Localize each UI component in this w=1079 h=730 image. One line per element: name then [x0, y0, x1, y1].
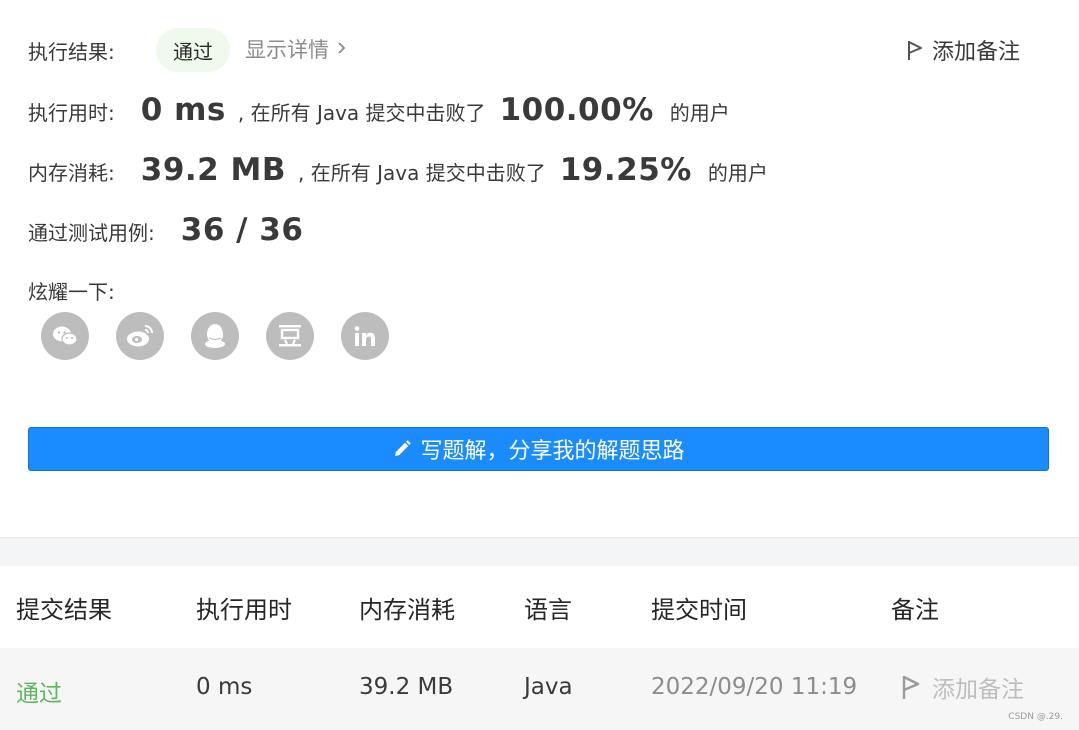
flag-icon	[908, 41, 922, 60]
wechat-icon	[53, 326, 78, 346]
qq-icon	[205, 324, 225, 348]
status-badge: 通过	[156, 28, 230, 72]
runtime-value: 0 ms	[140, 92, 226, 128]
memory-percent: 19.25%	[559, 152, 692, 188]
share-qq-button[interactable]	[191, 312, 239, 360]
weibo-icon	[127, 325, 153, 347]
table-row: 通过 0 ms 39.2 MB Java 2022/09/20 11:19 添加…	[0, 648, 1079, 730]
memory-middle-text: , 在所有 Java 提交中击败了	[298, 161, 546, 185]
share-douban-button[interactable]	[266, 312, 314, 360]
write-solution-label: 写题解，分享我的解题思路	[420, 439, 685, 464]
runtime-row: 执行用时: 0 ms , 在所有 Java 提交中击败了 100.00% 的用户	[28, 92, 730, 128]
share-linkedin-button[interactable]	[341, 312, 389, 360]
memory-label: 内存消耗:	[28, 161, 115, 185]
show-details-label: 显示详情	[245, 38, 329, 62]
header-time: 提交时间	[651, 596, 747, 624]
share-label: 炫耀一下:	[28, 280, 115, 304]
row-add-note-button[interactable]: 添加备注	[900, 670, 1024, 704]
row-memory: 39.2 MB	[359, 674, 454, 700]
header-note: 备注	[891, 596, 939, 624]
share-weibo-button[interactable]	[116, 312, 164, 360]
table-header: 提交结果 执行用时 内存消耗 语言 提交时间 备注	[0, 566, 1079, 648]
row-submit-time: 2022/09/20 11:19	[651, 674, 858, 700]
row-add-note-label: 添加备注	[932, 677, 1024, 703]
tests-row: 通过测试用例: 36 / 36	[28, 212, 303, 248]
header-result: 提交结果	[16, 596, 112, 624]
linkedin-icon	[354, 326, 375, 346]
runtime-percent: 100.00%	[499, 92, 654, 128]
submissions-table: 提交结果 执行用时 内存消耗 语言 提交时间 备注 通过 0 ms 39.2 M…	[0, 566, 1079, 730]
runtime-suffix: 的用户	[669, 101, 730, 125]
add-note-button[interactable]: 添加备注	[906, 34, 1020, 66]
header-language: 语言	[524, 596, 572, 624]
share-buttons	[41, 312, 416, 360]
memory-row: 内存消耗: 39.2 MB , 在所有 Java 提交中击败了 19.25% 的…	[28, 152, 768, 188]
runtime-label: 执行用时:	[28, 101, 115, 125]
memory-value: 39.2 MB	[140, 152, 287, 188]
memory-suffix: 的用户	[707, 161, 768, 185]
result-row: 执行结果:	[28, 36, 115, 65]
row-result-link[interactable]: 通过	[16, 674, 62, 708]
result-label: 执行结果:	[28, 40, 115, 64]
chevron-right-icon	[337, 39, 346, 60]
runtime-middle-text: , 在所有 Java 提交中击败了	[237, 101, 486, 125]
row-language: Java	[524, 674, 573, 700]
share-row-label: 炫耀一下:	[28, 276, 115, 305]
share-wechat-button[interactable]	[41, 312, 89, 360]
add-note-label: 添加备注	[932, 40, 1021, 65]
show-details-link[interactable]: 显示详情	[245, 34, 346, 64]
result-card: 执行结果: 通过 显示详情 添加备注 执行用时: 0 ms , 在所有 Java…	[0, 0, 1079, 538]
flag-icon	[902, 675, 920, 699]
watermark: CSDN @.29.	[1008, 712, 1063, 722]
row-runtime: 0 ms	[196, 674, 253, 700]
write-solution-button[interactable]: 写题解，分享我的解题思路	[28, 427, 1049, 471]
header-runtime: 执行用时	[196, 596, 292, 624]
tests-value: 36 / 36	[180, 212, 304, 248]
douban-icon	[279, 325, 301, 347]
tests-label: 通过测试用例:	[28, 221, 155, 245]
header-memory: 内存消耗	[359, 596, 455, 624]
pencil-icon	[395, 440, 412, 456]
